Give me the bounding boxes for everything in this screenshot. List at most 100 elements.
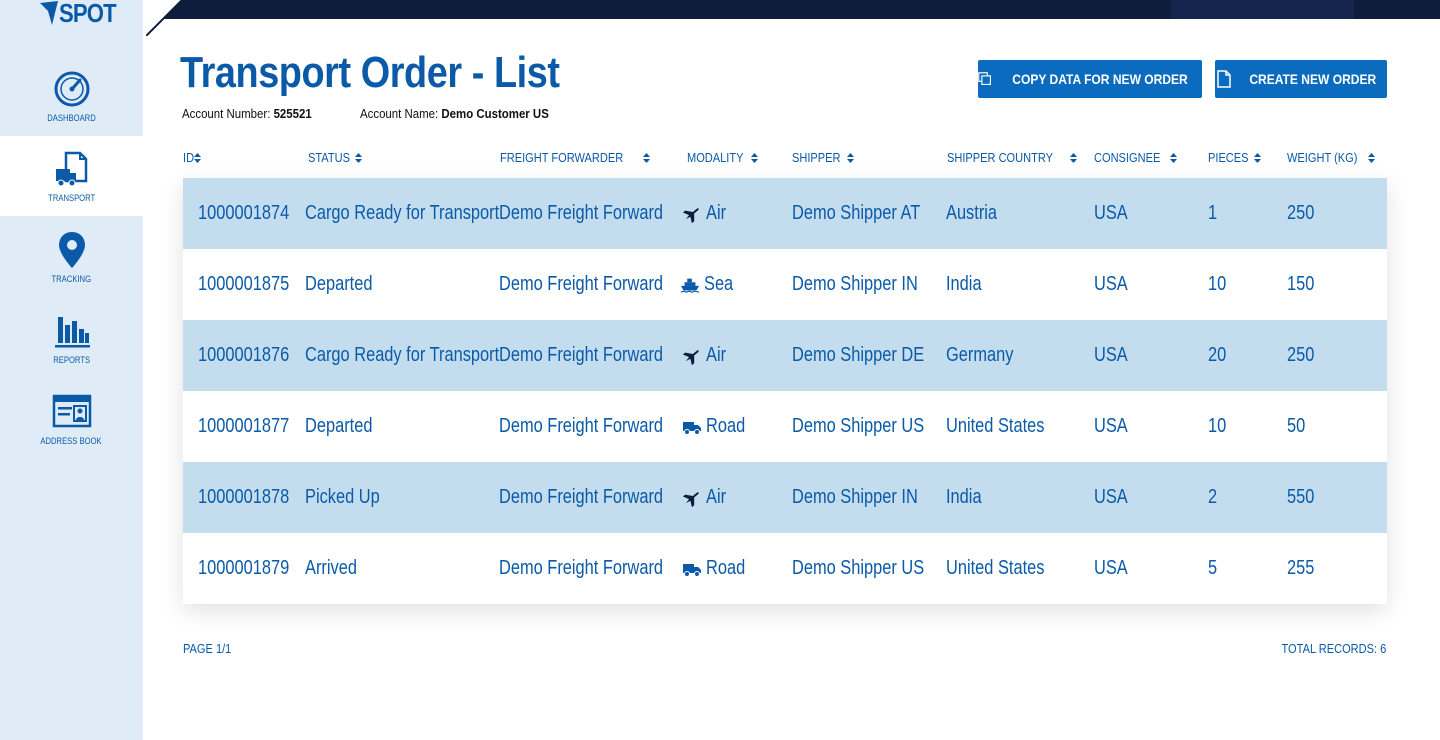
contact-card-icon: [52, 394, 91, 428]
sort-icon: [355, 152, 363, 163]
orders-table: 1000001874 Cargo Ready for Transport Dem…: [183, 178, 1387, 604]
cell-status: Cargo Ready for Transport: [305, 202, 500, 224]
cell-shipper: Demo Shipper DE: [792, 344, 925, 366]
sort-icon: [1253, 152, 1261, 163]
copy-icon: [978, 72, 991, 86]
sidebar-item-label: DASHBOARD: [47, 113, 96, 123]
cell-pieces: 1: [1208, 202, 1218, 224]
sort-icon: [1367, 152, 1375, 163]
cell-modality: Road: [706, 415, 746, 437]
airplane-icon: [682, 349, 699, 365]
column-header-shipper-country[interactable]: SHIPPER COUNTRY: [947, 150, 1077, 165]
cell-id: 1000001874: [198, 202, 290, 224]
table-row[interactable]: 1000001877 Departed Demo Freight Forward…: [183, 391, 1387, 462]
table-row[interactable]: 1000001874 Cargo Ready for Transport Dem…: [183, 178, 1387, 249]
column-header-weight[interactable]: WEIGHT (KG): [1287, 150, 1375, 165]
column-header-status[interactable]: STATUS: [308, 150, 363, 165]
cell-modality: Air: [706, 344, 727, 366]
cell-forwarder: Demo Freight Forward: [499, 273, 664, 295]
sidebar: SPOT DASHBOARD TRANSPORT TRACKING REPORT…: [0, 0, 143, 740]
cell-consignee: USA: [1094, 344, 1128, 366]
column-header-label: MODALITY: [687, 150, 744, 165]
top-bar: [146, 0, 1440, 36]
cell-weight: 150: [1287, 273, 1315, 295]
bar-chart-icon: [54, 317, 90, 348]
cell-weight: 250: [1287, 202, 1315, 224]
column-header-label: PIECES: [1208, 150, 1249, 165]
sort-icon: [847, 152, 855, 163]
cell-country: United States: [946, 415, 1045, 437]
table-row[interactable]: 1000001879 Arrived Demo Freight Forward …: [183, 533, 1387, 604]
cell-shipper: Demo Shipper AT: [792, 202, 921, 224]
airplane-icon: [682, 491, 699, 507]
table-row[interactable]: 1000001876 Cargo Ready for Transport Dem…: [183, 320, 1387, 391]
column-header-shipper[interactable]: SHIPPER: [792, 150, 855, 165]
column-header-label: ID: [183, 150, 195, 165]
column-header-label: WEIGHT (KG): [1287, 150, 1358, 165]
cell-pieces: 2: [1208, 486, 1218, 508]
topbar-corner-decoration: [146, 0, 182, 36]
sidebar-item-address-book[interactable]: ADDRESS BOOK: [0, 379, 143, 459]
cell-status: Departed: [305, 273, 373, 295]
airplane-icon: [682, 207, 699, 223]
pagination-info: PAGE 1/1: [183, 641, 232, 656]
copy-data-button[interactable]: COPY DATA FOR NEW ORDER: [978, 60, 1202, 98]
cell-modality: Air: [706, 202, 727, 224]
logo-mark-icon: [40, 1, 58, 25]
create-new-order-button[interactable]: CREATE NEW ORDER: [1215, 60, 1387, 98]
table-row[interactable]: 1000001878 Picked Up Demo Freight Forwar…: [183, 462, 1387, 533]
sidebar-item-tracking[interactable]: TRACKING: [0, 217, 143, 297]
cell-id: 1000001878: [198, 486, 290, 508]
column-header-id[interactable]: ID: [183, 150, 201, 165]
create-new-order-button-label: CREATE NEW ORDER: [1249, 71, 1377, 87]
sidebar-item-reports[interactable]: REPORTS: [0, 298, 143, 378]
cell-forwarder: Demo Freight Forward: [499, 415, 664, 437]
user-menu[interactable]: [1171, 0, 1354, 19]
cell-weight: 255: [1287, 557, 1315, 579]
column-header-label: SHIPPER: [792, 150, 841, 165]
cell-status: Departed: [305, 415, 373, 437]
column-header-freight-forwarder[interactable]: FREIGHT FORWARDER: [500, 150, 650, 165]
cell-consignee: USA: [1094, 557, 1128, 579]
cell-country: Austria: [946, 202, 998, 224]
cell-status: Cargo Ready for Transport: [305, 344, 500, 366]
account-number-value: 525521: [273, 106, 312, 121]
cell-pieces: 5: [1208, 557, 1218, 579]
cell-weight: 50: [1287, 415, 1306, 437]
table-header: ID STATUS FREIGHT FORWARDER MODALITY SHI…: [183, 150, 1387, 172]
account-number-label: Account Number:: [182, 106, 271, 121]
account-name-value: Demo Customer US: [441, 106, 549, 121]
cell-shipper: Demo Shipper IN: [792, 486, 918, 508]
total-records: TOTAL RECORDS: 6: [1281, 641, 1386, 656]
table-row[interactable]: 1000001875 Departed Demo Freight Forward…: [183, 249, 1387, 320]
sidebar-item-transport[interactable]: TRANSPORT: [0, 136, 143, 216]
column-header-consignee[interactable]: CONSIGNEE: [1094, 150, 1178, 165]
speedometer-icon: [54, 71, 89, 107]
cell-status: Picked Up: [305, 486, 380, 508]
sidebar-item-dashboard[interactable]: DASHBOARD: [0, 56, 143, 136]
cell-id: 1000001877: [198, 415, 290, 437]
column-header-label: FREIGHT FORWARDER: [500, 150, 624, 165]
cell-forwarder: Demo Freight Forward: [499, 344, 664, 366]
sort-icon: [1069, 152, 1077, 163]
cell-id: 1000001875: [198, 273, 290, 295]
copy-data-button-label: COPY DATA FOR NEW ORDER: [1012, 71, 1188, 87]
sort-icon: [194, 152, 201, 163]
cell-id: 1000001879: [198, 557, 290, 579]
column-header-pieces[interactable]: PIECES: [1208, 150, 1261, 165]
sort-icon: [642, 152, 650, 163]
map-pin-icon: [58, 232, 85, 268]
account-name: Account Name: Demo Customer US: [360, 106, 549, 121]
logo[interactable]: SPOT: [40, 0, 126, 28]
cell-modality: Road: [706, 557, 746, 579]
cell-consignee: USA: [1094, 486, 1128, 508]
sort-icon: [1170, 152, 1178, 163]
cell-country: United States: [946, 557, 1045, 579]
column-header-modality[interactable]: MODALITY: [687, 150, 759, 165]
cell-shipper: Demo Shipper IN: [792, 273, 918, 295]
cell-country: India: [946, 486, 982, 508]
cell-weight: 250: [1287, 344, 1315, 366]
column-header-label: STATUS: [308, 150, 350, 165]
column-header-label: SHIPPER COUNTRY: [947, 150, 1054, 165]
cell-modality: Air: [706, 486, 727, 508]
